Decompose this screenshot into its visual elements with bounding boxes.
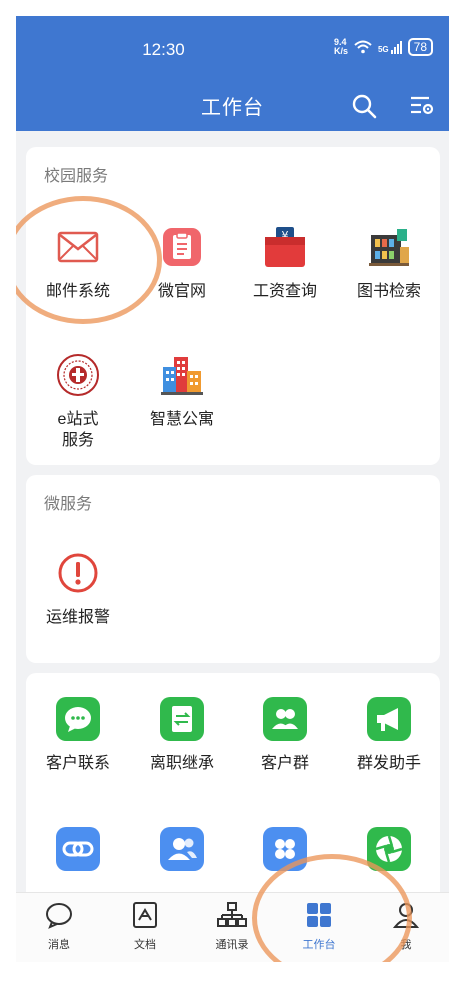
app-label: 运维报警	[45, 609, 110, 626]
tab-label: 我	[400, 939, 412, 951]
search-icon[interactable]	[350, 92, 378, 120]
network-speed: 9.4 K/s	[333, 37, 348, 56]
app-mass-send-assistant[interactable]: 群发助手	[337, 697, 441, 774]
signal-indicator: 5G	[378, 40, 402, 54]
mail-icon	[56, 225, 100, 269]
app-header: 12:30 9.4 K/s 5G 78 工作台	[16, 16, 449, 131]
alert-circle-icon	[56, 551, 100, 595]
app-label: 离职继承	[149, 755, 214, 772]
app-e-station-service[interactable]: e站式服务	[26, 353, 130, 451]
app-label: 群发助手	[356, 755, 421, 772]
app-label: 客户群	[260, 755, 309, 772]
app-contacts[interactable]	[130, 827, 234, 883]
megaphone-icon	[367, 697, 411, 741]
app-customer-group[interactable]: 客户群	[233, 697, 337, 774]
buildings-icon	[160, 353, 204, 397]
app-label: 客户联系	[45, 755, 110, 772]
app-mail[interactable]: 邮件系统	[26, 225, 130, 302]
chat-bubble-icon	[56, 697, 100, 741]
tab-label: 工作台	[302, 939, 336, 951]
app-customer-contact[interactable]: 客户联系	[26, 697, 130, 774]
tab-label: 消息	[48, 939, 70, 951]
app-apps[interactable]	[233, 827, 337, 883]
list-settings-icon[interactable]	[408, 92, 436, 120]
phone-screen: 12:30 9.4 K/s 5G 78 工作台 校园服务 邮件系统 微官网 ¥ …	[16, 16, 449, 962]
bottom-tab-bar: 消息 文档 通讯录 工作台 我	[16, 892, 449, 962]
wallet-yen-icon: ¥	[263, 225, 307, 269]
tab-workbench[interactable]: 工作台	[276, 901, 362, 952]
app-resign-inherit[interactable]: 离职继承	[130, 697, 234, 774]
clipboard-icon	[160, 225, 204, 269]
contacts-icon	[160, 827, 204, 871]
transfer-doc-icon	[160, 697, 204, 741]
org-chart-icon	[217, 902, 247, 927]
campus-services-card: 校园服务 邮件系统 微官网 ¥ 工资查询 图书检索 e站式服务 智慧公寓	[26, 147, 440, 465]
page-title: 工作台	[201, 97, 264, 119]
link-icon	[56, 827, 100, 871]
app-label: 图书检索	[356, 283, 421, 300]
tab-documents[interactable]: 文档	[102, 901, 188, 952]
section-title-micro: 微服务	[44, 496, 93, 513]
library-icon	[367, 225, 411, 269]
app-label: 工资查询	[252, 283, 317, 300]
battery-indicator: 78	[407, 38, 433, 56]
wifi-icon	[354, 40, 372, 54]
app-label: 微官网	[157, 283, 206, 300]
app-link[interactable]	[26, 827, 130, 883]
apps-icon	[263, 827, 307, 871]
app-micro-site[interactable]: 微官网	[130, 225, 234, 302]
app-label: 智慧公寓	[149, 411, 214, 428]
tab-messages[interactable]: 消息	[16, 901, 102, 952]
profile-icon	[392, 903, 420, 928]
app-ops-alarm[interactable]: 运维报警	[26, 551, 130, 628]
status-time: 12:30	[142, 40, 185, 59]
tab-me[interactable]: 我	[363, 901, 449, 952]
workbench-grid-icon	[307, 903, 331, 927]
tab-contacts[interactable]: 通讯录	[189, 901, 275, 952]
status-icons: 9.4 K/s 5G 78	[334, 38, 433, 56]
seal-logo-icon	[56, 353, 100, 397]
app-library-search[interactable]: 图书检索	[337, 225, 441, 302]
micro-services-card: 微服务 运维报警	[26, 475, 440, 663]
app-label: 邮件系统	[45, 283, 110, 300]
app-aperture[interactable]	[337, 827, 441, 883]
aperture-icon	[367, 827, 411, 871]
app-smart-apartment[interactable]: 智慧公寓	[130, 353, 234, 430]
app-salary-query[interactable]: ¥ 工资查询	[233, 225, 337, 302]
app-label: e站式服务	[57, 411, 99, 449]
tab-label: 文档	[134, 939, 156, 951]
tab-label: 通讯录	[215, 939, 249, 951]
section-title-campus: 校园服务	[44, 168, 109, 185]
message-icon	[46, 903, 72, 929]
group-icon	[263, 697, 307, 741]
document-icon	[133, 902, 157, 928]
